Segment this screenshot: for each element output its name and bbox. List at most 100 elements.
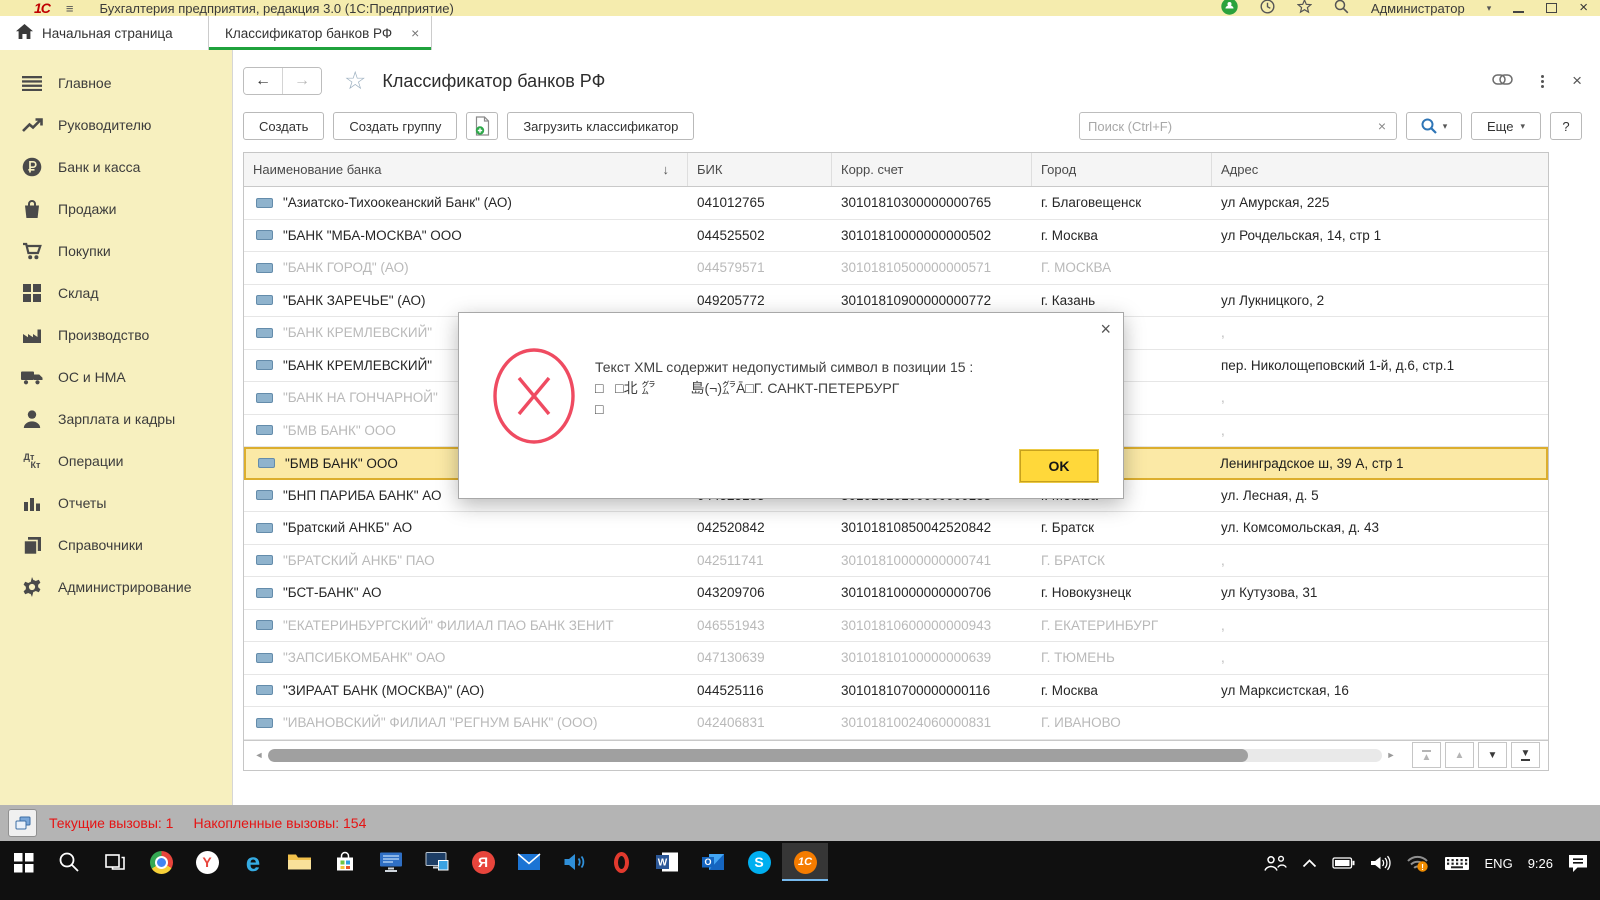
hscroll-track[interactable]	[268, 749, 1382, 762]
forward-button[interactable]: →	[282, 68, 321, 94]
taskbar-chrome-icon[interactable]	[138, 843, 184, 881]
add-from-file-button[interactable]	[466, 112, 498, 140]
tray-people-icon[interactable]	[1264, 855, 1287, 871]
go-top-button[interactable]: ▲	[1412, 742, 1441, 768]
sidebar-item-8[interactable]: ОС и НМА	[0, 356, 232, 398]
svg-text:W: W	[658, 858, 668, 869]
column-header-3[interactable]: Корр. счет	[832, 153, 1032, 186]
cell: "БРАТСКИЙ АНКБ" ПАО	[244, 545, 688, 577]
tray-network-warning-icon[interactable]: !	[1406, 855, 1429, 872]
search-field: ×	[1079, 112, 1397, 140]
calls-indicator-icon[interactable]	[8, 809, 37, 837]
close-form-icon[interactable]: ×	[1572, 71, 1582, 91]
go-bottom-button[interactable]: ▼	[1511, 742, 1540, 768]
sidebar-item-5[interactable]: Покупки	[0, 230, 232, 272]
tray-notification-icon[interactable]	[1568, 854, 1588, 873]
table-row[interactable]: "Азиатско-Тихоокеанский Банк" (АО)041012…	[244, 187, 1548, 220]
create-group-button[interactable]: Создать группу	[333, 112, 457, 140]
favorites-icon[interactable]	[1297, 0, 1312, 17]
create-button[interactable]: Создать	[243, 112, 324, 140]
trend-icon	[20, 118, 44, 133]
table-row[interactable]: "БРАТСКИЙ АНКБ" ПАО042511741301018100000…	[244, 545, 1548, 578]
table-row[interactable]: "БАНК "МБА-МОСКВА" ООО044525502301018100…	[244, 220, 1548, 253]
row-nav-buttons: ▲ ▲ ▼ ▼	[1412, 742, 1540, 768]
taskbar-word-icon[interactable]: W	[644, 843, 690, 881]
table-row[interactable]: "ЕКАТЕРИНБУРГСКИЙ" ФИЛИАЛ ПАО БАНК ЗЕНИТ…	[244, 610, 1548, 643]
back-button[interactable]: ←	[244, 68, 282, 94]
cell: ул Кутузова, 31	[1212, 577, 1548, 609]
language-indicator[interactable]: ENG	[1485, 856, 1513, 871]
search-button[interactable]: ▾	[1406, 112, 1462, 140]
search-input[interactable]	[1080, 118, 1368, 135]
tray-battery-icon[interactable]	[1332, 857, 1355, 869]
taskbar-store-icon[interactable]	[322, 843, 368, 881]
scroll-right-icon[interactable]: ►	[1384, 750, 1398, 760]
sidebar-item-4[interactable]: Продажи	[0, 188, 232, 230]
tab-close-icon[interactable]: ×	[411, 25, 419, 41]
tray-keyboard-icon[interactable]	[1444, 856, 1470, 871]
cell: 042520842	[688, 512, 832, 544]
help-button[interactable]: ?	[1550, 112, 1582, 140]
table-row[interactable]: "Братский АНКБ" АО0425208423010181085004…	[244, 512, 1548, 545]
row-up-button[interactable]: ▲	[1445, 742, 1474, 768]
search-icon[interactable]	[1334, 0, 1349, 17]
table-row[interactable]: "БСТ-БАНК" АО043209706301018100000000007…	[244, 577, 1548, 610]
current-user[interactable]: Администратор	[1371, 1, 1465, 16]
sidebar-item-10[interactable]: ДтКтОперации	[0, 440, 232, 482]
dialog-close-icon[interactable]: ×	[1100, 319, 1111, 340]
taskbar-task-view-icon[interactable]	[92, 843, 138, 881]
table-row[interactable]: "БАНК ГОРОД" (АО)04457957130101810500000…	[244, 252, 1548, 285]
sidebar-item-11[interactable]: Отчеты	[0, 482, 232, 524]
taskbar-onec-icon[interactable]: 1С	[782, 843, 828, 881]
minimize-button[interactable]	[1513, 4, 1524, 13]
tab-home[interactable]: Начальная страница	[0, 16, 208, 50]
clock[interactable]: 9:26	[1528, 856, 1553, 871]
more-button[interactable]: Еще▾	[1471, 112, 1541, 140]
taskbar-speaker-app-icon[interactable]	[552, 843, 598, 881]
favorite-star-icon[interactable]: ☆	[344, 71, 366, 91]
more-menu-icon[interactable]	[1541, 80, 1544, 83]
column-header-5[interactable]: Адрес	[1212, 153, 1548, 186]
tab-bank-classifier[interactable]: Классификатор банков РФ ×	[208, 16, 432, 50]
close-window-button[interactable]: ×	[1579, 3, 1588, 13]
sidebar-item-9[interactable]: Зарплата и кадры	[0, 398, 232, 440]
ok-button[interactable]: OK	[1020, 450, 1098, 482]
taskbar-skype-icon[interactable]: S	[736, 843, 782, 881]
sidebar-item-2[interactable]: Руководителю	[0, 104, 232, 146]
table-row[interactable]: "ИВАНОВСКИЙ" ФИЛИАЛ "РЕГНУМ БАНК" (ООО)0…	[244, 707, 1548, 740]
maximize-button[interactable]	[1546, 3, 1557, 13]
taskbar-yandex-icon[interactable]: Y	[184, 843, 230, 881]
main-menu-icon[interactable]: ≡	[66, 1, 74, 16]
taskbar-search-icon[interactable]	[46, 843, 92, 881]
taskbar-yandex-browser-icon[interactable]: Я	[460, 843, 506, 881]
taskbar-opera-icon[interactable]	[598, 843, 644, 881]
taskbar-explorer-icon[interactable]	[276, 843, 322, 881]
search-clear-icon[interactable]: ×	[1368, 113, 1396, 139]
hscroll-thumb[interactable]	[268, 749, 1248, 762]
taskbar-edge-icon[interactable]: e	[230, 843, 276, 881]
tray-volume-icon[interactable]	[1370, 855, 1391, 871]
user-menu-caret-icon[interactable]: ▾	[1487, 3, 1492, 14]
table-row[interactable]: "ЗАПСИБКОМБАНК" ОАО047130639301018101000…	[244, 642, 1548, 675]
table-row[interactable]: "ЗИРААТ БАНК (МОСКВА)" (АО)0445251163010…	[244, 675, 1548, 708]
taskbar-rdp-monitor-icon[interactable]	[368, 843, 414, 881]
tray-chevron-up-icon[interactable]	[1302, 859, 1317, 868]
history-icon[interactable]	[1260, 0, 1275, 17]
sidebar-item-13[interactable]: Администрирование	[0, 566, 232, 608]
taskbar-mail-icon[interactable]	[506, 843, 552, 881]
taskbar-pc-monitor-icon[interactable]	[414, 843, 460, 881]
column-header-2[interactable]: БИК	[688, 153, 832, 186]
column-header-1[interactable]: Наименование банка↓	[244, 153, 688, 186]
sidebar-item-12[interactable]: Справочники	[0, 524, 232, 566]
sidebar-item-3[interactable]: Банк и касса	[0, 146, 232, 188]
get-link-icon[interactable]	[1492, 72, 1513, 90]
taskbar-outlook-icon[interactable]: O	[690, 843, 736, 881]
row-down-button[interactable]: ▼	[1478, 742, 1507, 768]
sidebar-item-7[interactable]: Производство	[0, 314, 232, 356]
scroll-left-icon[interactable]: ◄	[252, 750, 266, 760]
sidebar-item-1[interactable]: Главное	[0, 62, 232, 104]
taskbar-start-icon[interactable]	[0, 843, 46, 881]
column-header-4[interactable]: Город	[1032, 153, 1212, 186]
sidebar-item-6[interactable]: Склад	[0, 272, 232, 314]
load-classifier-button[interactable]: Загрузить классификатор	[507, 112, 694, 140]
